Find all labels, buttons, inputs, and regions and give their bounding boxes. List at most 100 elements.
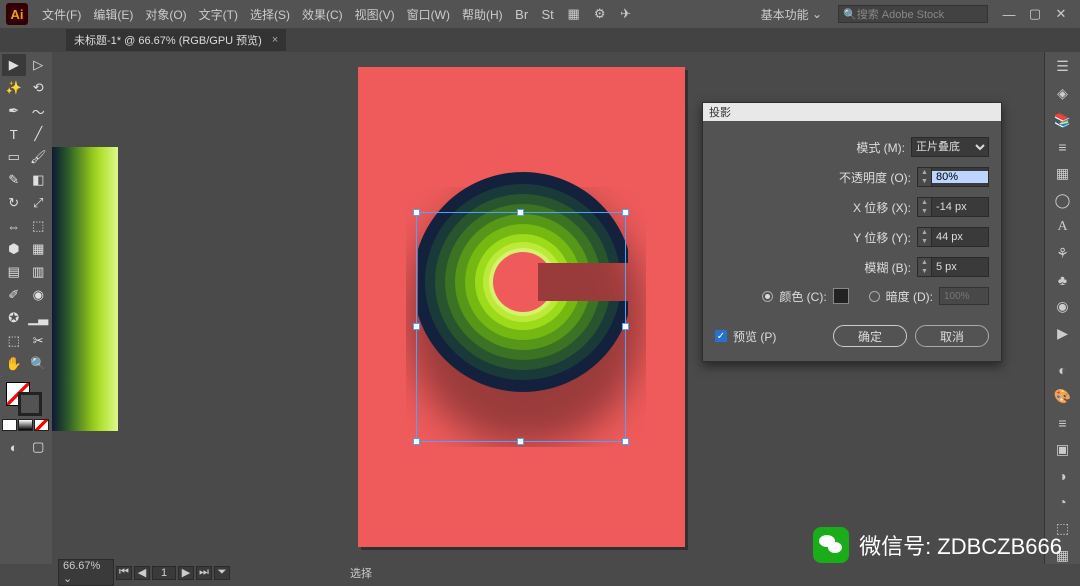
slice-tool[interactable]: ✂ (27, 330, 51, 352)
menu-window[interactable]: 窗口(W) (401, 6, 456, 23)
gradient-panel-icon[interactable]: ◉ (1053, 298, 1073, 315)
arrange-icon[interactable]: ▦ (564, 5, 584, 23)
scale-tool[interactable]: ⤢ (27, 192, 51, 214)
pathfinder-panel-icon[interactable]: ▣ (1053, 441, 1073, 458)
nav-first[interactable]: ⏮ (116, 566, 132, 580)
shaper-tool[interactable]: ✎ (2, 169, 26, 191)
rectangle-tool[interactable]: ▭ (2, 146, 26, 168)
feedback-icon[interactable]: ✈ (616, 5, 636, 23)
document-tab-label: 未标题-1* @ 66.67% (RGB/GPU 预览) (74, 32, 262, 48)
menu-view[interactable]: 视图(V) (349, 6, 401, 23)
nav-last[interactable]: ⏭ (196, 566, 212, 580)
menu-help[interactable]: 帮助(H) (456, 6, 509, 23)
toolbox: ▶▷ ✨⟲ ✒～ T╱ ▭🖌 ✎◧ ↻⤢ ⇔⬚ ⬢▦ ▤▥ ✐◉ ✪▁▃ ⬚✂ … (0, 52, 52, 564)
selection-tool[interactable]: ▶ (2, 54, 26, 76)
wechat-text: 微信号: ZDBCZB666 (859, 529, 1062, 561)
graphic-styles-icon[interactable]: ◔ (1053, 494, 1073, 510)
nav-menu[interactable]: ⏷ (214, 566, 230, 580)
hand-tool[interactable]: ✋ (2, 353, 26, 375)
libraries-panel-icon[interactable]: 📚 (1053, 112, 1073, 129)
properties-panel-icon[interactable]: ☰ (1053, 58, 1073, 75)
color-guide-icon[interactable]: 🎨 (1053, 388, 1073, 405)
cancel-button[interactable]: 取消 (915, 325, 989, 347)
transform-panel-icon[interactable]: ▶ (1053, 325, 1073, 342)
swatches-panel-icon[interactable]: ▦ (1053, 165, 1073, 182)
eyedropper-tool[interactable]: ✐ (2, 284, 26, 306)
brushes-panel-icon[interactable]: ◯ (1053, 192, 1073, 209)
swatch-preview-strip (52, 52, 118, 564)
document-tabbar: 未标题-1* @ 66.67% (RGB/GPU 预览) × (0, 28, 1080, 52)
transparency-panel-icon[interactable]: ◑ (1053, 468, 1073, 484)
screen-mode[interactable]: ▢ (27, 436, 51, 458)
xoffset-input[interactable]: ▲▼ (917, 197, 989, 217)
bridge-icon[interactable]: Br (512, 5, 532, 23)
minimize-button[interactable]: — (1000, 7, 1018, 21)
opacity-input[interactable]: ▲▼ (917, 167, 989, 187)
curvature-tool[interactable]: ～ (27, 100, 51, 122)
stock-search[interactable]: 🔍 搜索 Adobe Stock (838, 5, 988, 23)
zoom-indicator[interactable]: 66.67% ⌄ (58, 559, 114, 586)
rotate-tool[interactable]: ↻ (2, 192, 26, 214)
direct-selection-tool[interactable]: ▷ (27, 54, 51, 76)
symbol-tool[interactable]: ✪ (2, 307, 26, 329)
line-tool[interactable]: ╱ (27, 123, 51, 145)
selection-bounding-box[interactable] (416, 212, 626, 442)
appearance-panel-icon[interactable]: ◐ (1053, 362, 1073, 378)
width-tool[interactable]: ⇔ (2, 215, 26, 237)
gpu-icon[interactable]: ⚙ (590, 5, 610, 23)
fill-stroke-swatch[interactable] (2, 382, 50, 416)
lasso-tool[interactable]: ⟲ (27, 77, 51, 99)
shape-builder-tool[interactable]: ⬢ (2, 238, 26, 260)
type-panel-icon[interactable]: A (1053, 219, 1073, 235)
menu-select[interactable]: 选择(S) (244, 6, 296, 23)
menu-file[interactable]: 文件(F) (36, 6, 87, 23)
nav-prev[interactable]: ◀ (134, 566, 150, 580)
preview-checkbox[interactable]: ✓ (715, 330, 727, 342)
draw-normal[interactable]: ◐ (2, 436, 26, 458)
close-button[interactable]: ✕ (1052, 7, 1070, 21)
nav-next[interactable]: ▶ (178, 566, 194, 580)
statusbar: 66.67% ⌄ ⏮ ◀ 1 ▶ ⏭ ⏷ 选择 (0, 564, 1080, 581)
artboard-tool[interactable]: ⬚ (2, 330, 26, 352)
color-mode-btn[interactable] (2, 419, 17, 431)
stock-icon[interactable]: St (538, 5, 558, 23)
yoffset-input[interactable]: ▲▼ (917, 227, 989, 247)
color-swatch[interactable] (833, 288, 849, 304)
stroke-panel-icon[interactable]: ≡ (1053, 139, 1073, 155)
menu-edit[interactable]: 编辑(E) (87, 6, 139, 23)
zoom-tool[interactable]: 🔍 (27, 353, 51, 375)
pen-tool[interactable]: ✒ (2, 100, 26, 122)
app-icon: Ai (6, 3, 28, 25)
free-transform-tool[interactable]: ⬚ (27, 215, 51, 237)
menu-type[interactable]: 文字(T) (193, 6, 244, 23)
maximize-button[interactable]: ▢ (1026, 7, 1044, 21)
mode-select[interactable]: 正片叠底 (911, 137, 989, 157)
color-radio[interactable] (762, 291, 773, 302)
mesh-tool[interactable]: ▤ (2, 261, 26, 283)
eraser-tool[interactable]: ◧ (27, 169, 51, 191)
ok-button[interactable]: 确定 (833, 325, 907, 347)
right-panel-strip: ☰ ◈ 📚 ≡ ▦ ◯ A ⚘ ♣ ◉ ▶ ◐ 🎨 ≡ ▣ ◑ ◔ ⬚ ▦ (1044, 52, 1080, 564)
gradient-mode-btn[interactable] (18, 419, 33, 431)
gradient-tool[interactable]: ▥ (27, 261, 51, 283)
workspace-dropdown[interactable]: 基本功能 ⌄ (753, 6, 830, 23)
tab-close-icon[interactable]: × (272, 34, 278, 46)
color-panel-icon[interactable]: ♣ (1053, 272, 1073, 288)
menu-effect[interactable]: 效果(C) (296, 6, 349, 23)
magic-wand-tool[interactable]: ✨ (2, 77, 26, 99)
blend-tool[interactable]: ◉ (27, 284, 51, 306)
brush-tool[interactable]: 🖌 (27, 146, 51, 168)
type-tool[interactable]: T (2, 123, 26, 145)
artboard-index[interactable]: 1 (152, 566, 176, 580)
layers-panel-icon[interactable]: ◈ (1053, 85, 1073, 102)
symbols-panel-icon[interactable]: ⚘ (1053, 245, 1073, 262)
darkness-radio[interactable] (869, 291, 880, 302)
menu-object[interactable]: 对象(O) (139, 6, 192, 23)
none-mode-btn[interactable] (34, 419, 49, 431)
perspective-tool[interactable]: ▦ (27, 238, 51, 260)
wechat-icon (813, 527, 849, 563)
document-tab[interactable]: 未标题-1* @ 66.67% (RGB/GPU 预览) × (66, 29, 286, 51)
align-panel-icon[interactable]: ≡ (1053, 415, 1073, 431)
blur-input[interactable]: ▲▼ (917, 257, 989, 277)
graph-tool[interactable]: ▁▃ (27, 307, 51, 329)
